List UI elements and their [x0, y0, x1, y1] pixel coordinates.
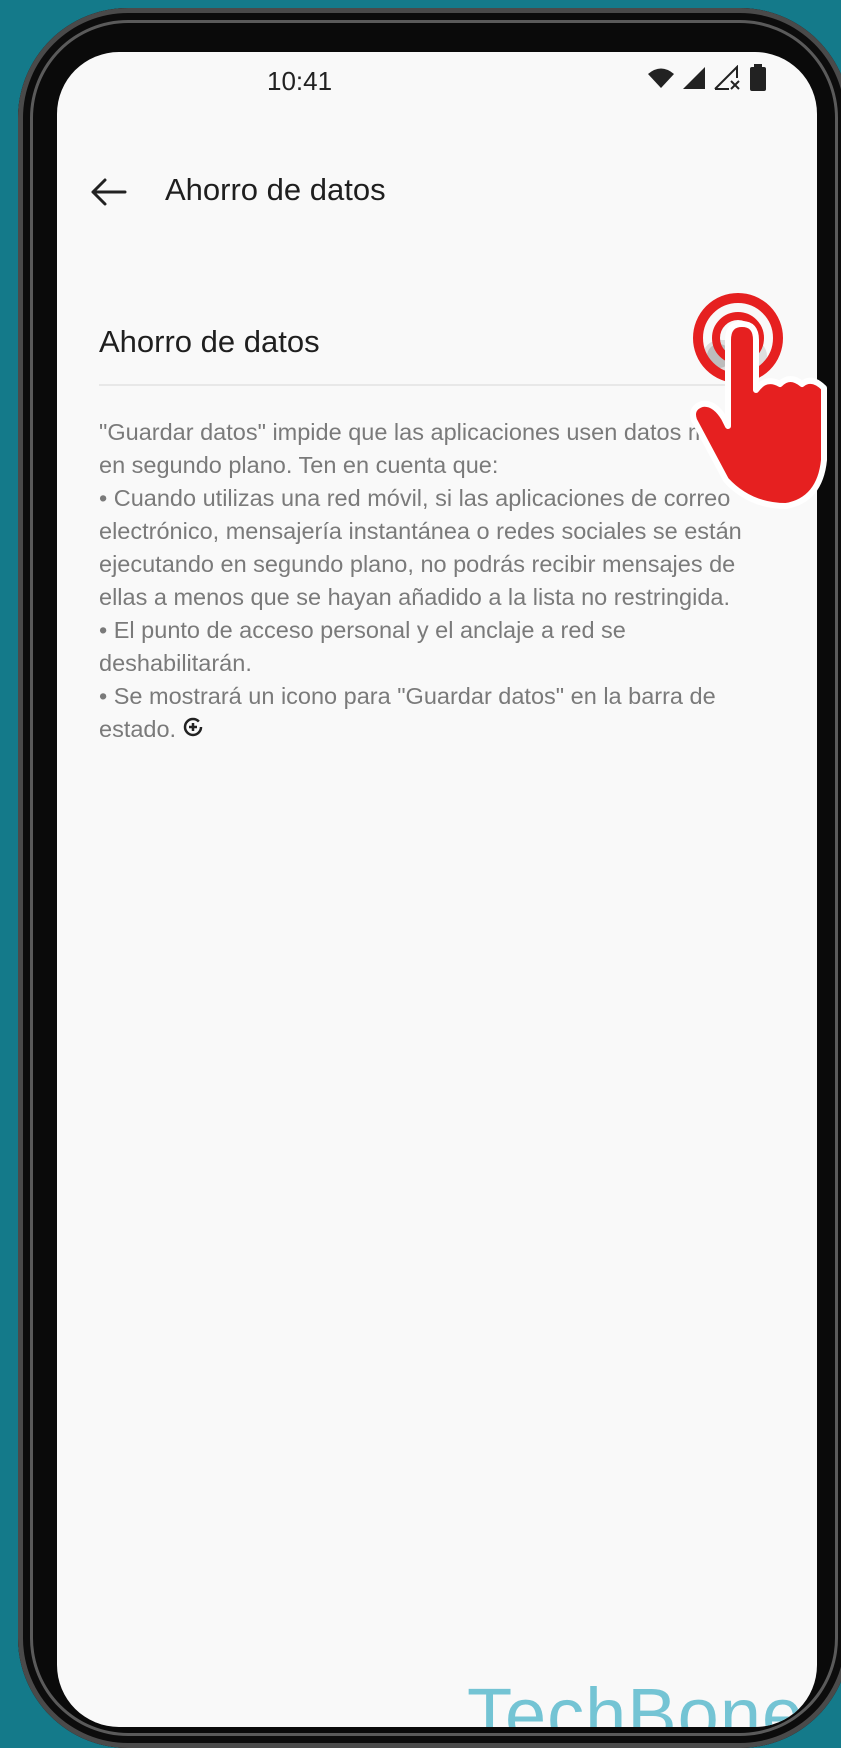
back-button[interactable]: [87, 170, 131, 214]
tap-hand-icon: [690, 293, 827, 509]
data-saver-label: Ahorro de datos: [99, 324, 320, 359]
wifi-icon: [647, 66, 675, 95]
status-time: 10:41: [267, 66, 333, 96]
app-bar: Ahorro de datos: [57, 152, 817, 232]
description-line: • Se mostrará un icono para "Guardar dat…: [99, 680, 779, 747]
description-text: "Guardar datos" impide que las aplicacio…: [99, 416, 779, 747]
description-line: • Cuando utilizas una red móvil, si las …: [99, 485, 742, 610]
status-bar: 10:41: [57, 52, 817, 112]
back-arrow-icon: [87, 178, 131, 218]
description-line: "Guardar datos" impide que las aplicacio…: [99, 419, 768, 478]
data-saver-icon: [182, 714, 204, 747]
page-title: Ahorro de datos: [165, 172, 386, 207]
description-line: • El punto de acceso personal y el ancla…: [99, 617, 626, 676]
signal-icon: [681, 65, 707, 96]
divider: [99, 384, 775, 386]
techbone-watermark: TechBone: [467, 1673, 805, 1727]
battery-icon: [749, 64, 767, 97]
status-icons: [647, 64, 767, 97]
signal-no-sim-icon: [713, 64, 743, 96]
